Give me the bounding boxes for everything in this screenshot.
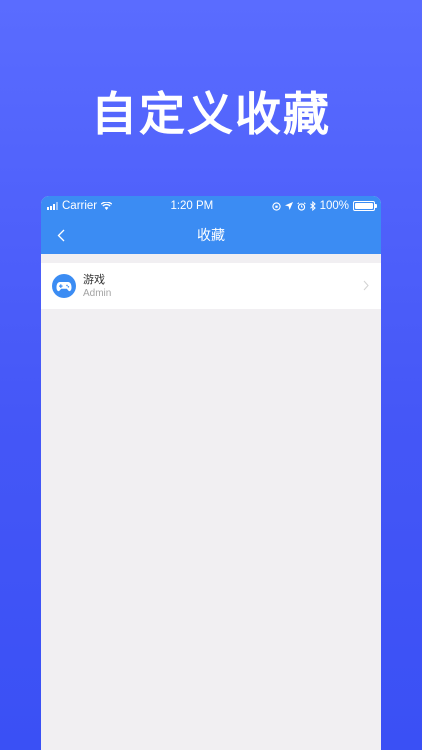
status-time: 1:20 PM [170,200,214,212]
location-icon [284,202,293,210]
phone-screen: Carrier 1:20 PM 100% 收藏 游戏 Admin [41,196,381,750]
list-item[interactable]: 游戏 Admin [41,263,381,309]
status-left: Carrier [47,200,113,212]
app-bar: Carrier 1:20 PM 100% 收藏 [41,196,381,254]
signal-icon [47,202,58,210]
favorites-list: 游戏 Admin [41,254,381,309]
status-bar: Carrier 1:20 PM 100% [41,196,381,216]
list-item-subtitle: Admin [83,287,112,299]
bluetooth-icon [309,201,316,211]
carrier-label: Carrier [62,200,98,212]
battery-percent: 100% [319,200,349,212]
promo-headline: 自定义收藏 [91,87,331,141]
chevron-left-icon [57,229,65,241]
battery-icon [352,201,377,211]
alarm-icon [296,201,306,211]
gamepad-icon [52,274,76,298]
back-button[interactable] [51,224,71,246]
page-title: 收藏 [197,228,225,244]
orientation-lock-icon [271,201,281,211]
status-right: 100% [271,200,377,212]
nav-bar: 收藏 [41,216,381,254]
list-item-text: 游戏 Admin [83,273,111,300]
wifi-icon [101,202,113,210]
list-item-title: 游戏 [83,272,105,286]
chevron-right-icon [363,280,369,291]
